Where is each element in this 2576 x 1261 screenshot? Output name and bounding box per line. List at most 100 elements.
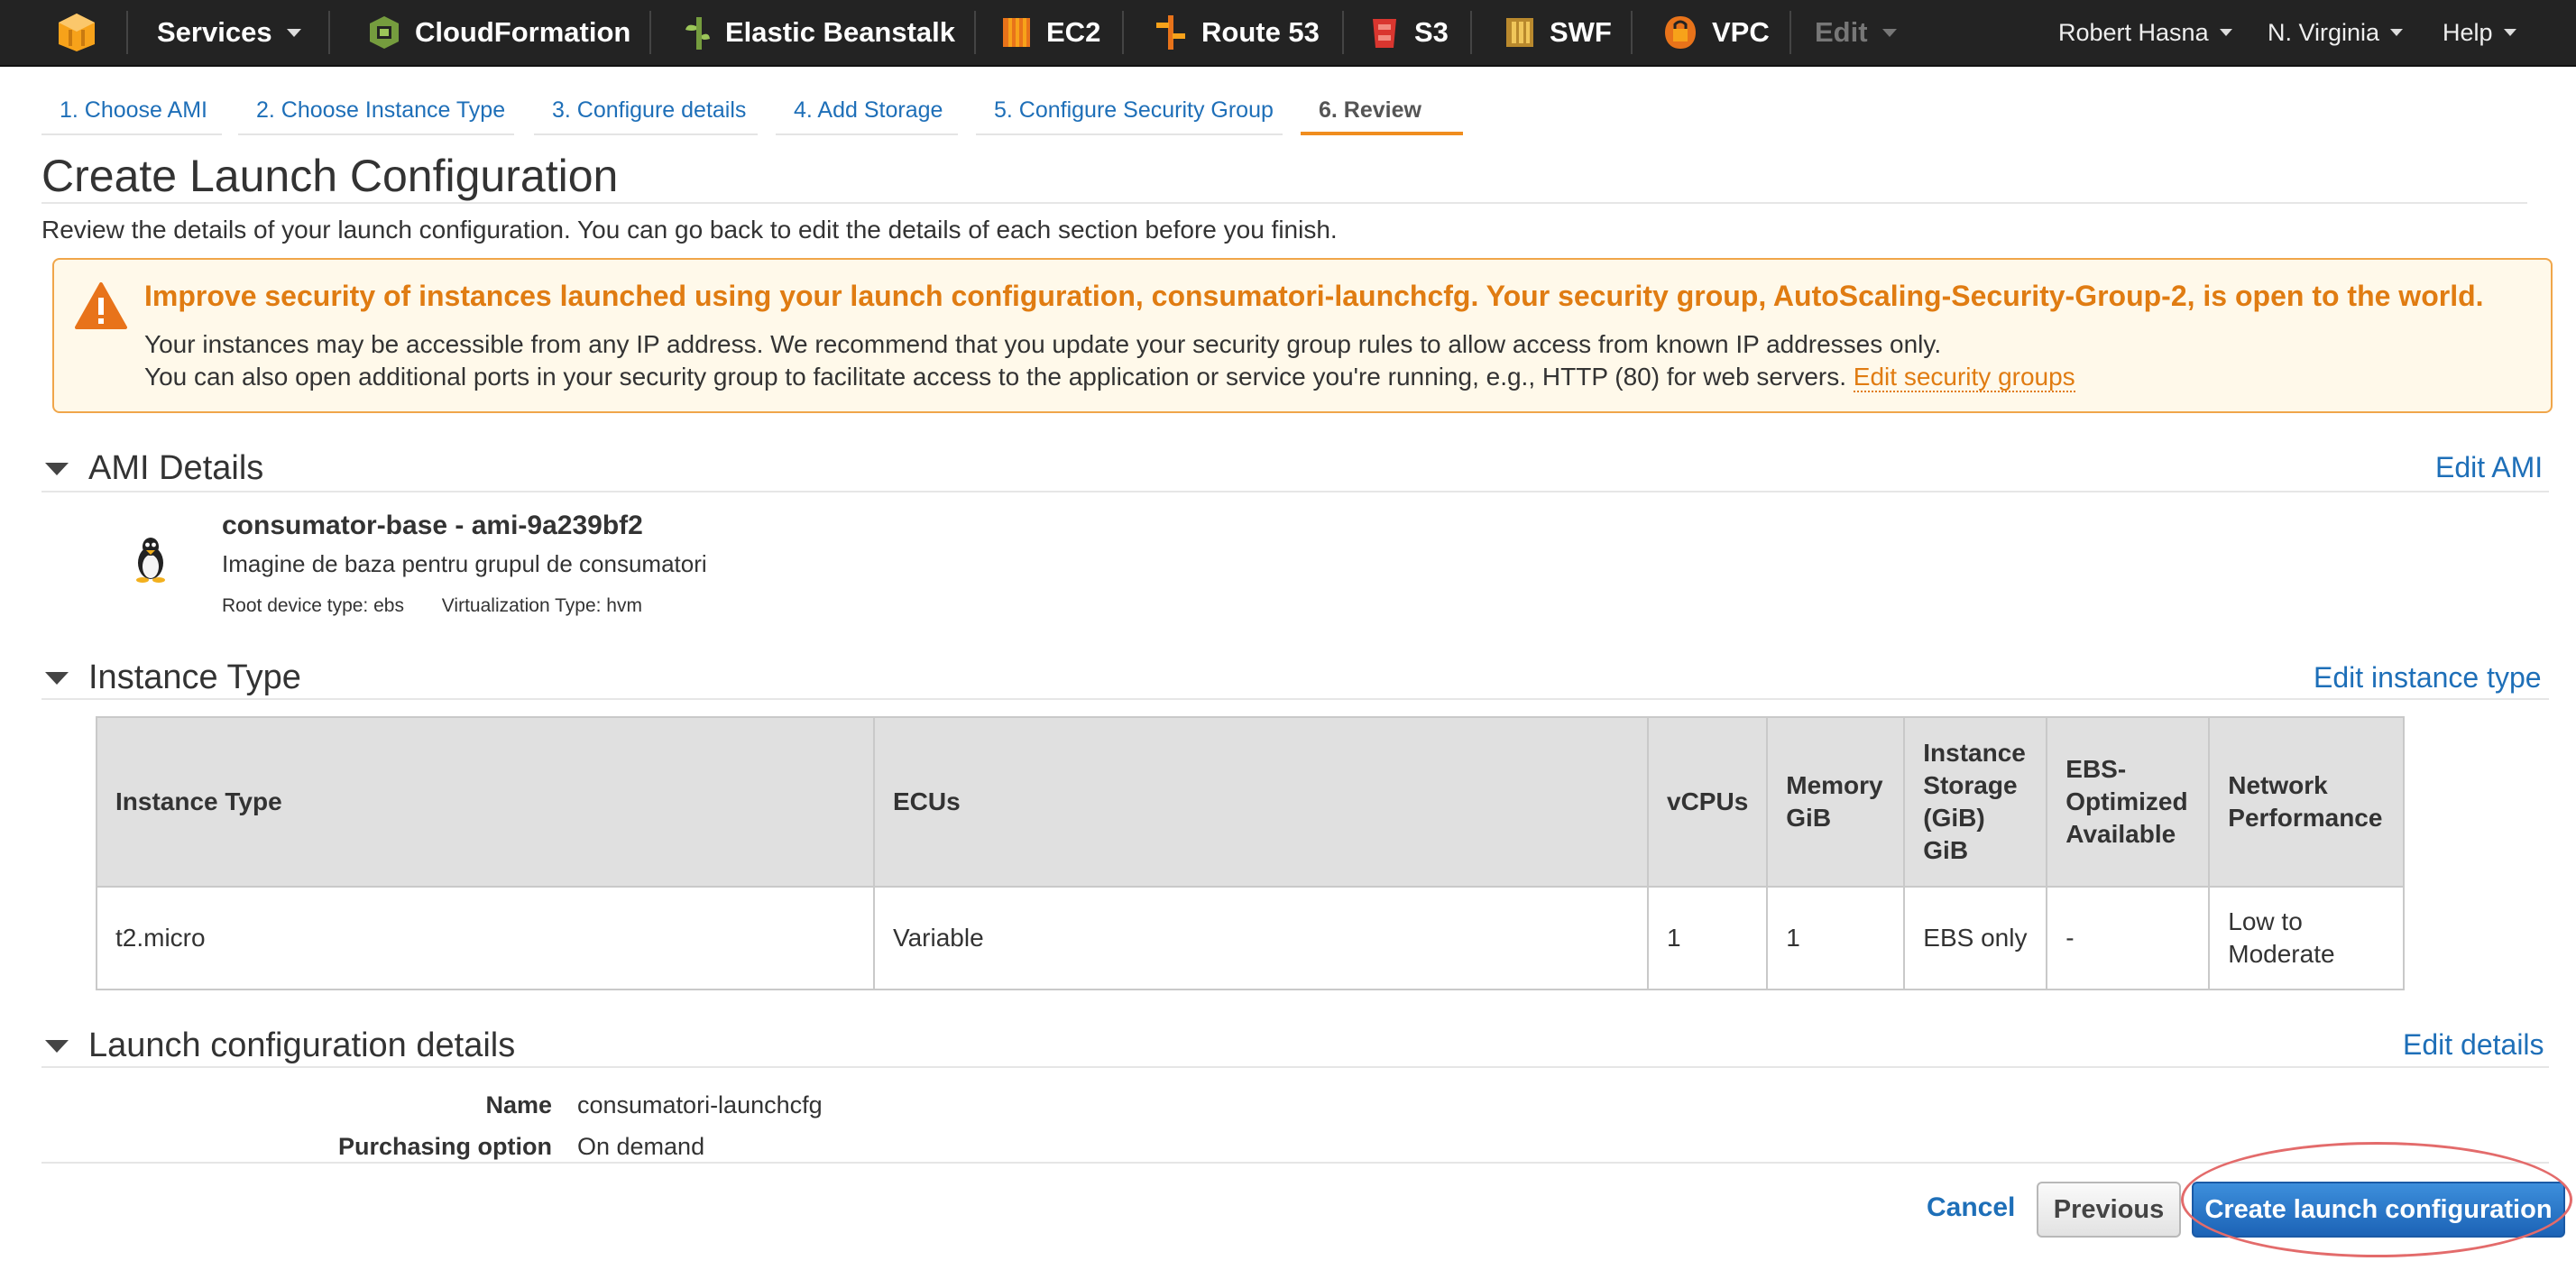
collapse-triangle-icon: [45, 462, 69, 475]
elastic-beanstalk-label: Elastic Beanstalk: [725, 16, 956, 48]
cell-ebs-optimized: -: [2046, 886, 2211, 990]
collapse-triangle-icon: [45, 671, 69, 685]
instance-type-toggle[interactable]: Instance Type: [41, 658, 301, 697]
cell-ecus: Variable: [873, 886, 1649, 990]
nav-divider: [974, 11, 976, 54]
services-menu[interactable]: Services: [157, 0, 301, 65]
header-line: Available: [2065, 820, 2176, 848]
nav-divider: [1631, 11, 1633, 54]
previous-button[interactable]: Previous: [2037, 1182, 2181, 1238]
help-menu[interactable]: Help: [2443, 0, 2516, 65]
header-line: Storage: [1923, 771, 2018, 799]
ec2-label: EC2: [1046, 16, 1101, 48]
nav-divider: [1342, 11, 1344, 54]
header-line: Instance: [1923, 739, 2026, 767]
nav-divider: [328, 11, 330, 54]
section-divider: [41, 698, 2549, 700]
purchasing-option-value: On demand: [577, 1133, 705, 1160]
launch-config-details-toggle[interactable]: Launch configuration details: [41, 1026, 515, 1065]
edit-details-link[interactable]: Edit details: [2403, 1028, 2544, 1062]
nav-s3[interactable]: S3: [1369, 0, 1449, 65]
column-header-memory: Memory GiB: [1766, 716, 1906, 888]
nav-cloudformation[interactable]: CloudFormation: [368, 0, 630, 65]
region-menu[interactable]: N. Virginia: [2268, 0, 2404, 65]
ami-details-toggle[interactable]: AMI Details: [41, 449, 263, 488]
section-divider: [41, 491, 2549, 492]
column-header-vcpus: vCPUs: [1646, 716, 1769, 888]
edit-security-groups-link[interactable]: Edit security groups: [1853, 363, 2075, 392]
chevron-down-icon: [1881, 28, 1897, 37]
nav-swf[interactable]: SWF: [1504, 0, 1612, 65]
create-launch-configuration-button[interactable]: Create launch configuration: [2192, 1182, 2565, 1238]
ami-description: Imagine de baza pentru grupul de consuma…: [222, 550, 707, 577]
tab-choose-instance-type[interactable]: 2. Choose Instance Type: [238, 88, 514, 135]
name-label: Name: [485, 1091, 552, 1118]
warning-line-1: Your instances may be accessible from an…: [144, 330, 1942, 358]
instance-type-heading: Instance Type: [88, 658, 301, 696]
page-description: Review the details of your launch config…: [41, 216, 1338, 244]
edit-menu[interactable]: Edit: [1815, 0, 1897, 65]
aws-cube-icon: [59, 14, 95, 51]
launch-config-details-heading: Launch configuration details: [88, 1026, 516, 1064]
nav-ec2[interactable]: EC2: [1001, 0, 1100, 65]
header-line: EBS-: [2065, 755, 2127, 783]
header-line: GiB: [1786, 804, 1832, 832]
name-value: consumatori-launchcfg: [577, 1091, 823, 1118]
route53-label: Route 53: [1201, 16, 1320, 48]
column-header-ecus: ECUs: [873, 716, 1649, 888]
chevron-down-icon: [286, 28, 301, 37]
cell-line: Low to: [2228, 907, 2303, 935]
warning-line-2-text: You can also open additional ports in yo…: [144, 363, 1847, 391]
chevron-down-icon: [2219, 29, 2232, 36]
cell-vcpus: 1: [1646, 886, 1769, 990]
warning-icon: [75, 282, 127, 329]
nav-route53[interactable]: Route 53: [1155, 0, 1320, 65]
edit-instance-type-link[interactable]: Edit instance type: [2314, 661, 2542, 695]
edit-ami-link[interactable]: Edit AMI: [2435, 451, 2543, 484]
ami-metadata: Root device type: ebs Virtualization Typ…: [222, 595, 642, 617]
services-label: Services: [157, 16, 272, 48]
cloudformation-label: CloudFormation: [415, 16, 631, 48]
tab-add-storage[interactable]: 4. Add Storage: [776, 88, 958, 135]
column-header-network-performance: Network Performance: [2208, 716, 2406, 888]
header-line: GiB: [1923, 836, 1969, 864]
swf-label: SWF: [1550, 16, 1612, 48]
vpc-icon: [1665, 16, 1696, 49]
nav-vpc[interactable]: VPC: [1663, 0, 1770, 65]
swf-icon: [1506, 18, 1533, 47]
virtualization-type: Virtualization Type: hvm: [441, 595, 642, 616]
table-header-row: Instance Type ECUs vCPUs Memory GiB Inst…: [96, 716, 2406, 888]
tab-configure-details[interactable]: 3. Configure details: [534, 88, 758, 135]
aws-home-icon[interactable]: [56, 0, 97, 65]
nav-divider: [649, 11, 651, 54]
region-name: N. Virginia: [2268, 18, 2380, 46]
s3-label: S3: [1414, 16, 1449, 48]
vpc-label: VPC: [1712, 16, 1770, 48]
cell-network-performance: Low to Moderate: [2208, 886, 2406, 990]
cancel-button[interactable]: Cancel: [1927, 1192, 2015, 1223]
column-header-ebs-optimized: EBS- Optimized Available: [2046, 716, 2211, 888]
nav-divider: [126, 11, 128, 54]
purchasing-option-label: Purchasing option: [337, 1133, 552, 1160]
header-line: (GiB): [1923, 804, 1985, 832]
chevron-down-icon: [2503, 29, 2516, 36]
s3-icon: [1373, 19, 1396, 48]
cell-instance-storage: EBS only: [1903, 886, 2048, 990]
user-menu[interactable]: Robert Hasna: [2058, 0, 2232, 65]
header-line: Network: [2228, 771, 2328, 799]
ami-details-heading: AMI Details: [88, 449, 264, 487]
elastic-beanstalk-icon: [685, 17, 710, 50]
warning-title: Improve security of instances launched u…: [144, 280, 2484, 312]
ec2-icon: [1003, 18, 1030, 47]
help-label: Help: [2443, 18, 2493, 46]
column-header-instance-type: Instance Type: [96, 716, 875, 888]
collapse-triangle-icon: [45, 1039, 69, 1053]
header-line: Performance: [2228, 804, 2383, 832]
tab-choose-ami[interactable]: 1. Choose AMI: [41, 88, 222, 135]
nav-elastic-beanstalk[interactable]: Elastic Beanstalk: [684, 0, 955, 65]
page-title: Create Launch Configuration: [41, 151, 619, 201]
nav-divider: [1789, 11, 1791, 54]
edit-label: Edit: [1815, 16, 1868, 48]
tab-configure-security-group[interactable]: 5. Configure Security Group: [976, 88, 1283, 135]
tab-review[interactable]: 6. Review: [1301, 88, 1463, 135]
